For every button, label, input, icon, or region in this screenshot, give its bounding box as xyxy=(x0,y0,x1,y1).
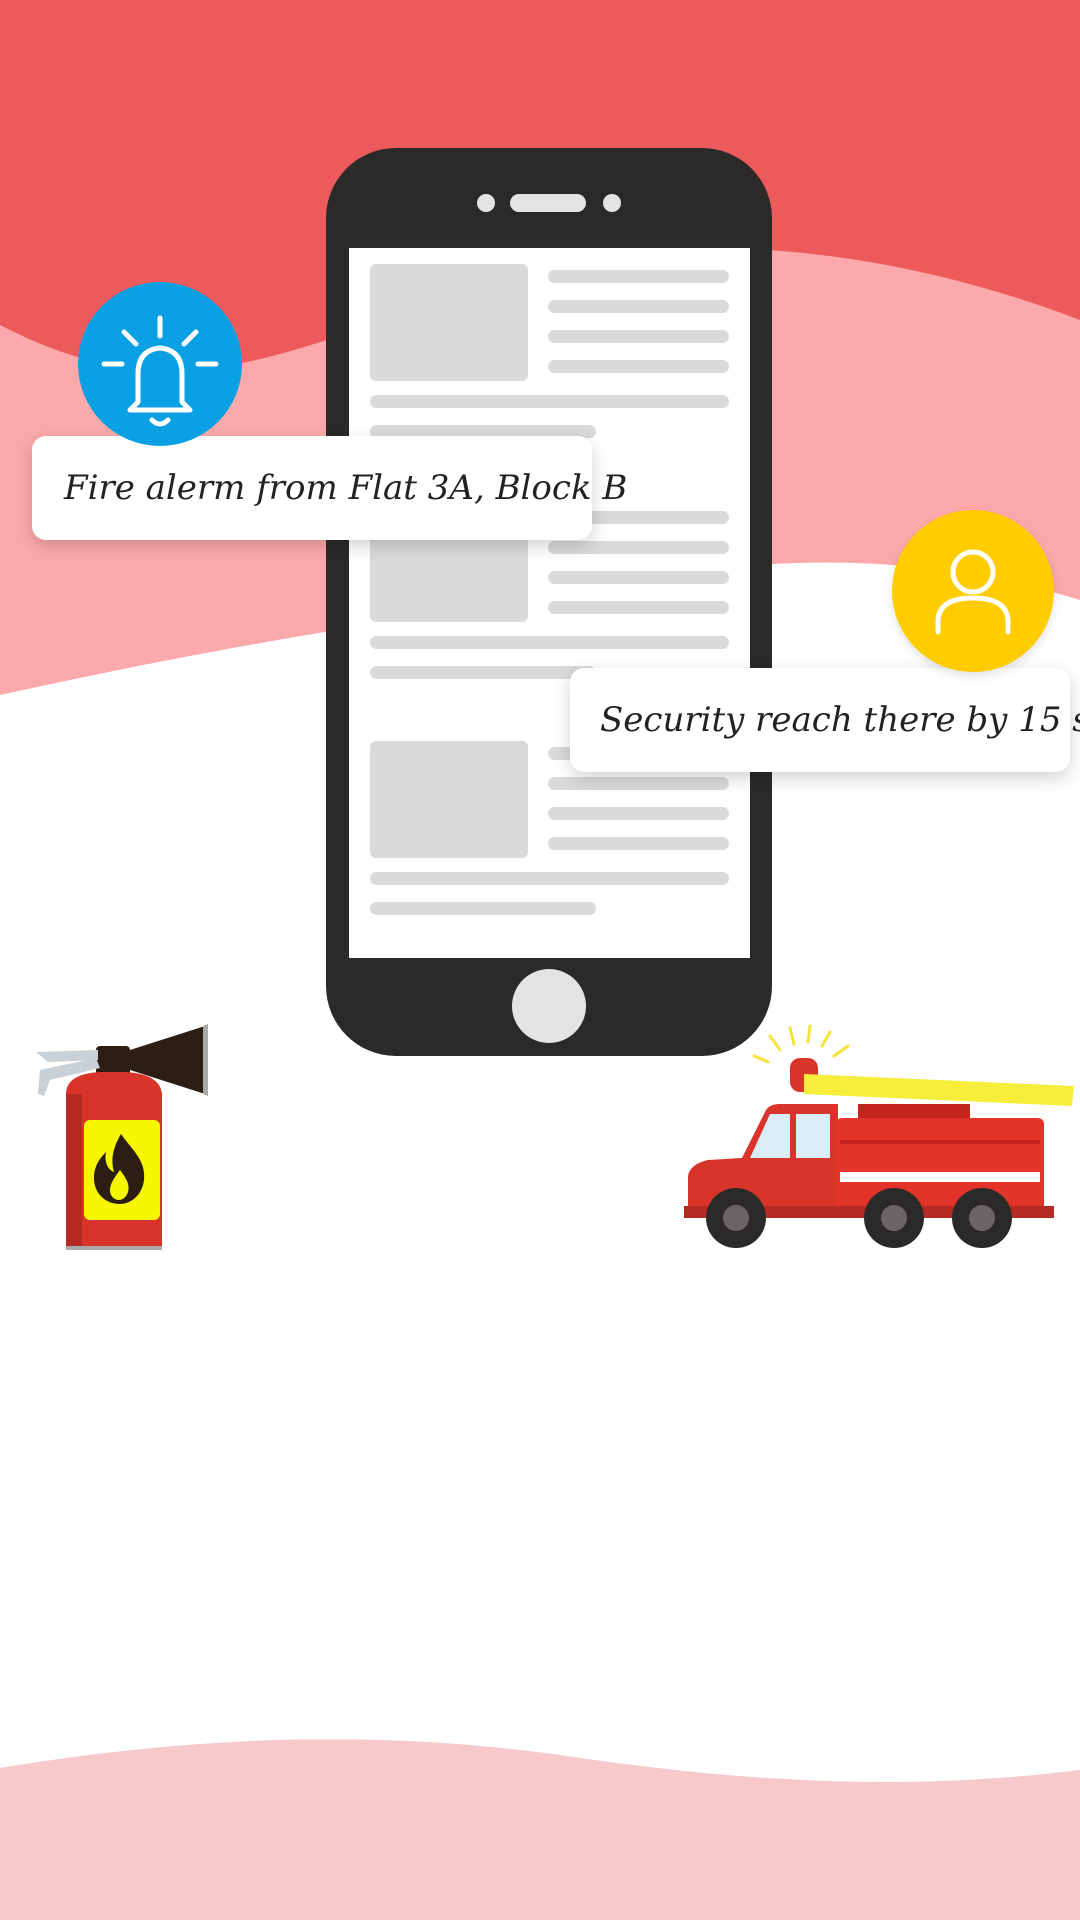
placeholder-image xyxy=(370,741,528,858)
placeholder-line xyxy=(548,601,729,614)
phone-home-button xyxy=(512,969,586,1043)
siren-rays xyxy=(752,1024,850,1064)
placeholder-line xyxy=(548,270,729,283)
placeholder-line xyxy=(548,330,729,343)
bottom-wave xyxy=(0,1739,1080,1920)
placeholder-image xyxy=(370,264,528,381)
placeholder-line xyxy=(370,872,729,885)
bell-icon xyxy=(78,282,242,446)
placeholder-line xyxy=(370,636,729,649)
fire-alert-card[interactable]: Fire alerm from Flat 3A, Block B xyxy=(32,436,627,540)
truck-body-shade xyxy=(840,1140,1040,1144)
fire-extinguisher-illustration xyxy=(36,1024,208,1250)
placeholder-line xyxy=(548,837,729,850)
extinguisher-base-shadow xyxy=(66,1246,162,1250)
extinguisher-shade xyxy=(66,1094,82,1248)
truck-stripe xyxy=(840,1172,1040,1182)
phone-sensor xyxy=(603,194,621,212)
placeholder-line xyxy=(548,777,729,790)
placeholder-line xyxy=(548,571,729,584)
placeholder-line xyxy=(370,666,596,679)
placeholder-line xyxy=(548,541,729,554)
placeholder-line xyxy=(548,300,729,313)
user-icon xyxy=(892,510,1054,672)
placeholder-line xyxy=(548,360,729,373)
fire-alert-text: Fire alerm from Flat 3A, Block B xyxy=(64,468,628,508)
extinguisher-horn-edge xyxy=(203,1024,208,1096)
security-text: Security reach there by 15 sec xyxy=(600,700,1080,740)
truck-window-side xyxy=(796,1114,830,1158)
placeholder-line xyxy=(548,807,729,820)
fire-truck-illustration xyxy=(684,1024,1074,1248)
extinguisher-neck xyxy=(96,1046,130,1076)
placeholder-line xyxy=(370,902,596,915)
truck-ladder xyxy=(804,1074,1074,1106)
truck-body xyxy=(836,1118,1044,1218)
phone-mockup xyxy=(326,148,772,1056)
phone-speaker xyxy=(510,194,586,212)
truck-roof-box xyxy=(858,1104,970,1118)
phone-camera xyxy=(477,194,495,212)
placeholder-line xyxy=(370,395,729,408)
security-card[interactable]: Security reach there by 15 sec xyxy=(570,668,1080,772)
